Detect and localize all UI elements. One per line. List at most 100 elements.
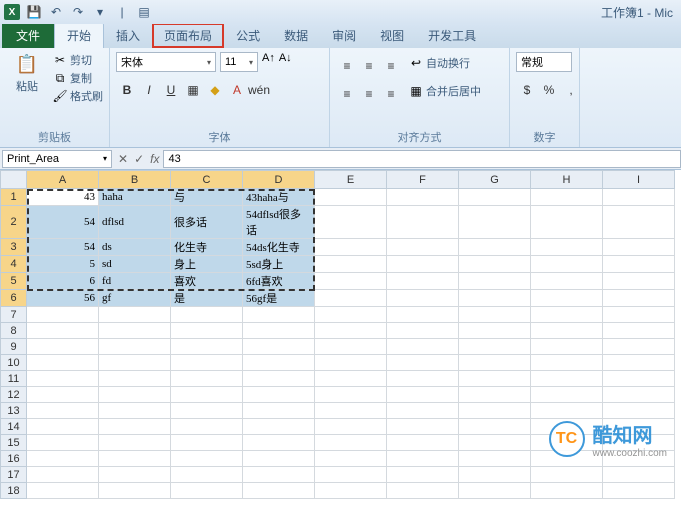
cell-G9[interactable] <box>459 339 531 355</box>
cell-E3[interactable] <box>315 239 387 256</box>
cell-B14[interactable] <box>99 419 171 435</box>
cell-F8[interactable] <box>387 323 459 339</box>
cell-F12[interactable] <box>387 387 459 403</box>
cell-B15[interactable] <box>99 435 171 451</box>
cell-E12[interactable] <box>315 387 387 403</box>
row-header-17[interactable]: 17 <box>1 467 27 483</box>
font-name-combo[interactable]: 宋体▾ <box>116 52 216 72</box>
cell-C4[interactable]: 身上 <box>171 256 243 273</box>
cell-A6[interactable]: 56 <box>27 290 99 307</box>
cell-E6[interactable] <box>315 290 387 307</box>
cell-B5[interactable]: fd <box>99 273 171 290</box>
col-header-G[interactable]: G <box>459 171 531 189</box>
cell-A3[interactable]: 54 <box>27 239 99 256</box>
cell-E17[interactable] <box>315 467 387 483</box>
cell-D18[interactable] <box>243 483 315 499</box>
cell-I1[interactable] <box>603 189 675 206</box>
row-header-4[interactable]: 4 <box>1 256 27 273</box>
row-header-9[interactable]: 9 <box>1 339 27 355</box>
row-header-15[interactable]: 15 <box>1 435 27 451</box>
copy-button[interactable]: 复制 <box>70 70 92 86</box>
row-header-13[interactable]: 13 <box>1 403 27 419</box>
cut-icon[interactable]: ✂ <box>52 52 68 68</box>
cell-C15[interactable] <box>171 435 243 451</box>
cell-H11[interactable] <box>531 371 603 387</box>
row-header-8[interactable]: 8 <box>1 323 27 339</box>
qat-custom-icon[interactable]: ▤ <box>134 2 154 22</box>
row-header-10[interactable]: 10 <box>1 355 27 371</box>
cell-I2[interactable] <box>603 206 675 239</box>
paste-button[interactable]: 📋 粘贴 <box>6 52 48 94</box>
cell-H6[interactable] <box>531 290 603 307</box>
cell-B8[interactable] <box>99 323 171 339</box>
cell-B4[interactable]: sd <box>99 256 171 273</box>
tab-formulas[interactable]: 公式 <box>224 23 272 48</box>
cell-D12[interactable] <box>243 387 315 403</box>
cell-A11[interactable] <box>27 371 99 387</box>
cell-G5[interactable] <box>459 273 531 290</box>
col-header-F[interactable]: F <box>387 171 459 189</box>
cell-B11[interactable] <box>99 371 171 387</box>
cell-C6[interactable]: 是 <box>171 290 243 307</box>
cell-I18[interactable] <box>603 483 675 499</box>
cell-G8[interactable] <box>459 323 531 339</box>
col-header-C[interactable]: C <box>171 171 243 189</box>
row-header-2[interactable]: 2 <box>1 206 27 239</box>
cell-A18[interactable] <box>27 483 99 499</box>
wrap-text-button[interactable]: 自动换行 <box>426 55 470 71</box>
cell-F10[interactable] <box>387 355 459 371</box>
tab-home[interactable]: 开始 <box>54 22 104 48</box>
cell-I11[interactable] <box>603 371 675 387</box>
cell-C18[interactable] <box>171 483 243 499</box>
cell-E18[interactable] <box>315 483 387 499</box>
col-header-E[interactable]: E <box>315 171 387 189</box>
cell-H1[interactable] <box>531 189 603 206</box>
tab-review[interactable]: 审阅 <box>320 23 368 48</box>
row-header-5[interactable]: 5 <box>1 273 27 290</box>
redo-icon[interactable]: ↷ <box>68 2 88 22</box>
cell-G4[interactable] <box>459 256 531 273</box>
col-header-B[interactable]: B <box>99 171 171 189</box>
cell-D9[interactable] <box>243 339 315 355</box>
cell-F4[interactable] <box>387 256 459 273</box>
col-header-D[interactable]: D <box>243 171 315 189</box>
cell-E15[interactable] <box>315 435 387 451</box>
cell-F1[interactable] <box>387 189 459 206</box>
cell-E16[interactable] <box>315 451 387 467</box>
cell-G2[interactable] <box>459 206 531 239</box>
tab-data[interactable]: 数据 <box>272 23 320 48</box>
cell-B3[interactable]: ds <box>99 239 171 256</box>
cell-D5[interactable]: 6fd喜欢 <box>243 273 315 290</box>
enter-formula-icon[interactable]: ✓ <box>134 152 144 166</box>
cell-E2[interactable] <box>315 206 387 239</box>
worksheet[interactable]: ABCDEFGHI143haha与43haha与254dflsd很多话54dfl… <box>0 170 681 499</box>
align-center-icon[interactable]: ≡ <box>358 84 380 104</box>
cell-I5[interactable] <box>603 273 675 290</box>
cell-G6[interactable] <box>459 290 531 307</box>
cell-A10[interactable] <box>27 355 99 371</box>
tab-file[interactable]: 文件 <box>2 23 54 48</box>
cell-E13[interactable] <box>315 403 387 419</box>
cell-D17[interactable] <box>243 467 315 483</box>
align-bottom-icon[interactable]: ≡ <box>380 56 402 76</box>
italic-button[interactable]: I <box>138 80 160 100</box>
cell-C14[interactable] <box>171 419 243 435</box>
cell-I10[interactable] <box>603 355 675 371</box>
cell-A13[interactable] <box>27 403 99 419</box>
cell-H8[interactable] <box>531 323 603 339</box>
font-size-combo[interactable]: 11▾ <box>220 52 258 72</box>
cell-D13[interactable] <box>243 403 315 419</box>
phonetic-button[interactable]: wén <box>248 80 270 100</box>
brush-icon[interactable]: 🖌 <box>52 88 68 104</box>
copy-icon[interactable]: ⧉ <box>52 70 68 86</box>
cell-A9[interactable] <box>27 339 99 355</box>
cell-C9[interactable] <box>171 339 243 355</box>
cell-C1[interactable]: 与 <box>171 189 243 206</box>
cell-B1[interactable]: haha <box>99 189 171 206</box>
cell-D14[interactable] <box>243 419 315 435</box>
cell-D8[interactable] <box>243 323 315 339</box>
cell-H9[interactable] <box>531 339 603 355</box>
cell-C16[interactable] <box>171 451 243 467</box>
tab-pagelayout[interactable]: 页面布局 <box>152 23 224 48</box>
cell-H5[interactable] <box>531 273 603 290</box>
